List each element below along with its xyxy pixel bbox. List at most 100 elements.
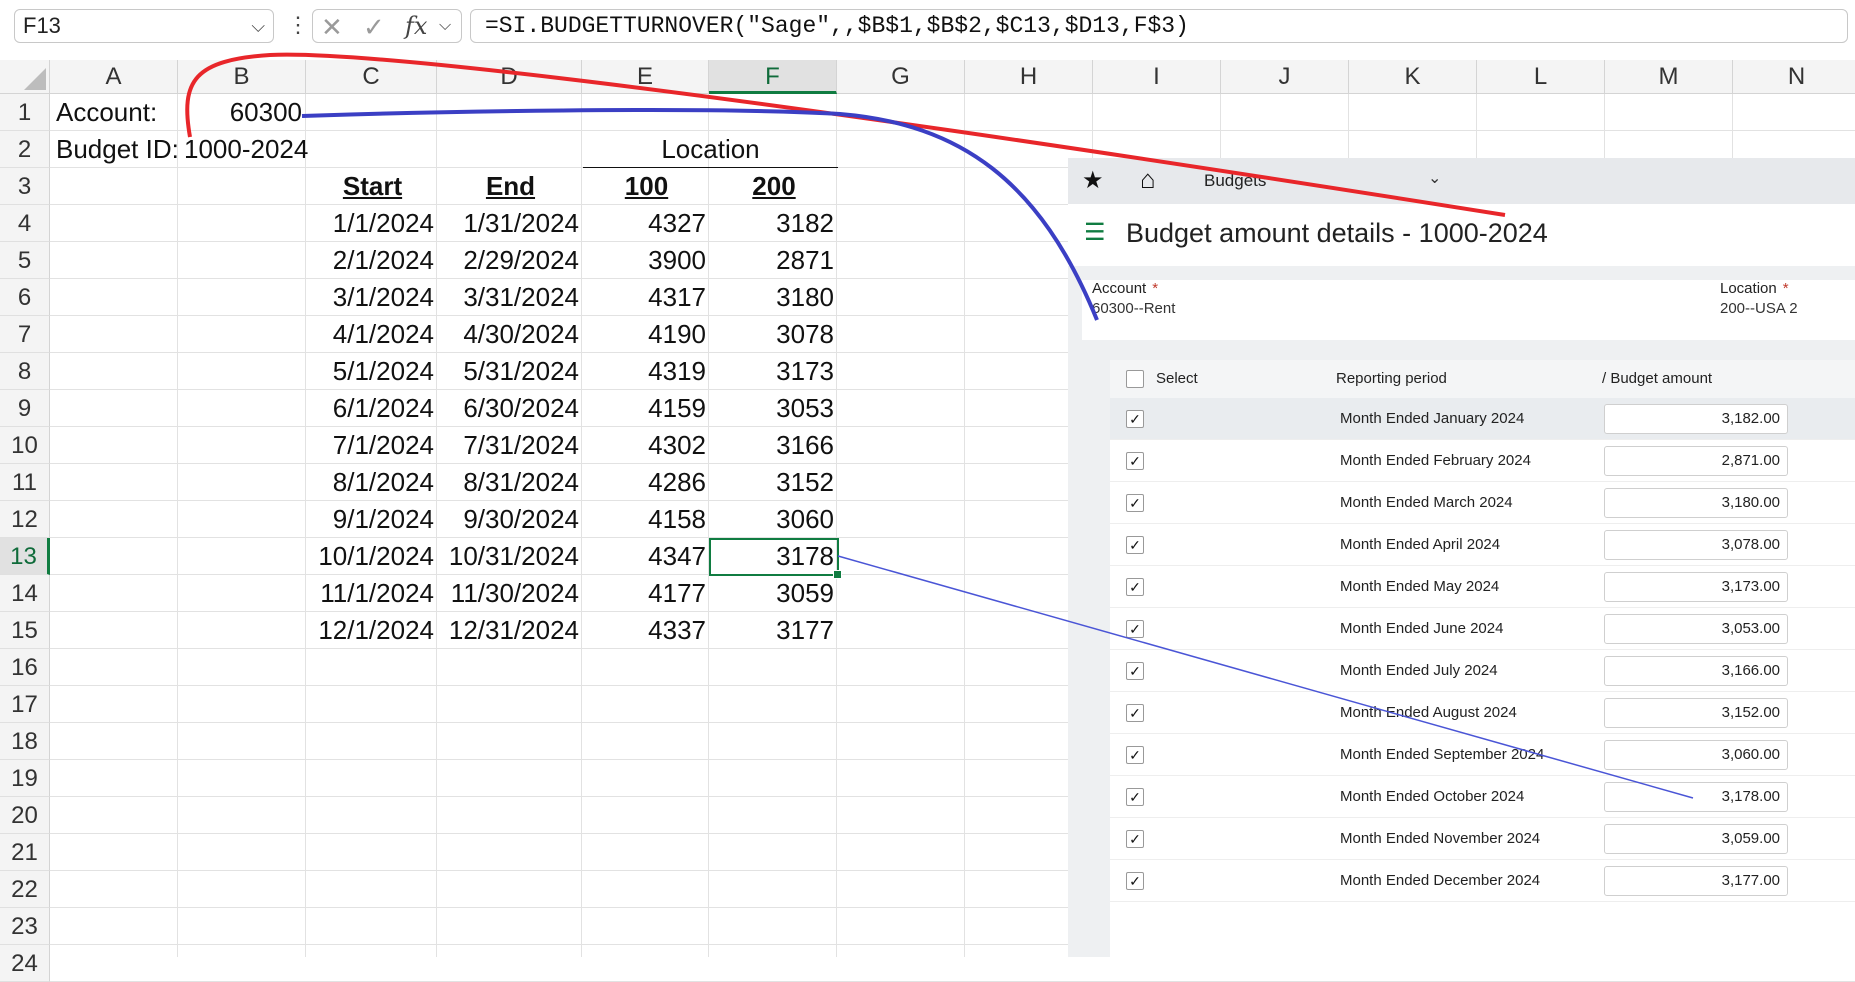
row-header-20[interactable]: 20 [0,797,50,834]
table-row[interactable]: ✓ Month Ended January 2024 3,182.00 [1110,398,1855,440]
budget-amount-input[interactable]: 3,060.00 [1604,740,1788,770]
budget-amount-input[interactable]: 3,152.00 [1604,698,1788,728]
budget-amount-input[interactable]: 3,182.00 [1604,404,1788,434]
col-header-k[interactable]: K [1349,60,1477,94]
row-checkbox[interactable]: ✓ [1126,830,1144,848]
row-header-13[interactable]: 13 [0,538,50,575]
table-cell[interactable]: 4319 [583,353,710,390]
col-header-b[interactable]: B [178,60,306,94]
col-header-m[interactable]: M [1605,60,1733,94]
table-cell[interactable]: 4302 [583,427,710,464]
table-cell[interactable]: 9/30/2024 [438,501,583,538]
budget-amount-input[interactable]: 3,166.00 [1604,656,1788,686]
header-location-200[interactable]: 200 [710,168,838,205]
table-cell[interactable]: 4/30/2024 [438,316,583,353]
cell-b1[interactable]: 60300 [178,94,306,131]
row-checkbox[interactable]: ✓ [1126,620,1144,638]
row-header-18[interactable]: 18 [0,723,50,760]
table-row[interactable]: ✓ Month Ended June 2024 3,053.00 [1110,608,1855,650]
chevron-down-icon[interactable]: ⌄ [1428,168,1441,188]
table-cell[interactable]: 5/1/2024 [307,353,438,390]
table-row[interactable]: ✓ Month Ended August 2024 3,152.00 [1110,692,1855,734]
row-header-3[interactable]: 3 [0,168,50,205]
table-cell[interactable]: 3173 [710,353,838,390]
table-cell[interactable]: 3053 [710,390,838,427]
header-start[interactable]: Start [307,168,438,205]
row-header-5[interactable]: 5 [0,242,50,279]
table-cell[interactable]: 3078 [710,316,838,353]
table-row[interactable]: ✓ Month Ended December 2024 3,177.00 [1110,860,1855,902]
row-checkbox[interactable]: ✓ [1126,746,1144,764]
row-header-15[interactable]: 15 [0,612,50,649]
row-checkbox[interactable]: ✓ [1126,872,1144,890]
table-cell[interactable]: 10/31/2024 [438,538,583,575]
row-header-19[interactable]: 19 [0,760,50,797]
row-header-2[interactable]: 2 [0,131,50,168]
row-header-24[interactable]: 24 [0,945,50,982]
location-header[interactable]: Location [583,131,838,168]
table-cell[interactable]: 11/1/2024 [307,575,438,612]
select-all-checkbox[interactable] [1126,370,1144,388]
budget-amount-input[interactable]: 3,178.00 [1604,782,1788,812]
table-cell[interactable]: 8/1/2024 [307,464,438,501]
table-row[interactable]: ✓ Month Ended November 2024 3,059.00 [1110,818,1855,860]
row-header-14[interactable]: 14 [0,575,50,612]
header-end[interactable]: End [438,168,583,205]
name-box[interactable]: F13 ⌵ [14,9,274,43]
budget-amount-input[interactable]: 3,053.00 [1604,614,1788,644]
row-header-23[interactable]: 23 [0,908,50,945]
table-row[interactable]: ✓ Month Ended July 2024 3,166.00 [1110,650,1855,692]
row-header-8[interactable]: 8 [0,353,50,390]
table-cell[interactable]: 3/31/2024 [438,279,583,316]
row-checkbox[interactable]: ✓ [1126,788,1144,806]
row-header-21[interactable]: 21 [0,834,50,871]
table-cell[interactable]: 12/1/2024 [307,612,438,649]
row-header-1[interactable]: 1 [0,94,50,131]
table-cell[interactable]: 4337 [583,612,710,649]
budget-amount-input[interactable]: 3,177.00 [1604,866,1788,896]
tab-budgets[interactable]: Budgets [1204,171,1266,191]
formula-input[interactable]: =SI.BUDGETTURNOVER("Sage",,$B$1,$B$2,$C1… [470,9,1848,43]
table-cell[interactable]: 3900 [583,242,710,279]
table-cell[interactable]: 7/1/2024 [307,427,438,464]
col-header-h[interactable]: H [965,60,1093,94]
row-checkbox[interactable]: ✓ [1126,662,1144,680]
chevron-down-icon[interactable]: ⌵ [439,17,451,35]
row-header-10[interactable]: 10 [0,427,50,464]
row-checkbox[interactable]: ✓ [1126,704,1144,722]
cell-a1[interactable]: Account: [52,94,182,131]
table-cell[interactable]: 12/31/2024 [438,612,583,649]
cell-b2[interactable]: 1000-2024 [180,131,308,168]
table-cell[interactable]: 3166 [710,427,838,464]
chevron-down-icon[interactable]: ⌵ [251,10,265,42]
table-cell[interactable]: 4190 [583,316,710,353]
col-header-i[interactable]: I [1093,60,1221,94]
col-header-g[interactable]: G [837,60,965,94]
table-cell[interactable]: 4286 [583,464,710,501]
budget-amount-input[interactable]: 3,059.00 [1604,824,1788,854]
table-cell[interactable]: 3060 [710,501,838,538]
more-options-icon[interactable]: ⋮ [287,12,309,38]
header-location-100[interactable]: 100 [583,168,710,205]
table-cell[interactable]: 2/1/2024 [307,242,438,279]
account-value[interactable]: 60300--Rent [1092,300,1175,317]
col-header-f[interactable]: F [709,60,837,94]
star-icon[interactable]: ★ [1082,166,1104,195]
budget-amount-input[interactable]: 3,173.00 [1604,572,1788,602]
row-header-22[interactable]: 22 [0,871,50,908]
col-header-a[interactable]: A [50,60,178,94]
col-amount[interactable]: / Budget amount [1602,370,1712,387]
cancel-icon[interactable]: ✕ [321,12,343,43]
table-cell[interactable]: 3180 [710,279,838,316]
col-header-j[interactable]: J [1221,60,1349,94]
col-header-d[interactable]: D [437,60,582,94]
budget-amount-input[interactable]: 3,078.00 [1604,530,1788,560]
col-header-e[interactable]: E [582,60,709,94]
table-cell[interactable]: 1/31/2024 [438,205,583,242]
row-header-17[interactable]: 17 [0,686,50,723]
row-checkbox[interactable]: ✓ [1126,536,1144,554]
table-cell[interactable]: 3182 [710,205,838,242]
table-cell[interactable]: 4159 [583,390,710,427]
table-cell[interactable]: 3/1/2024 [307,279,438,316]
table-cell[interactable]: 4/1/2024 [307,316,438,353]
